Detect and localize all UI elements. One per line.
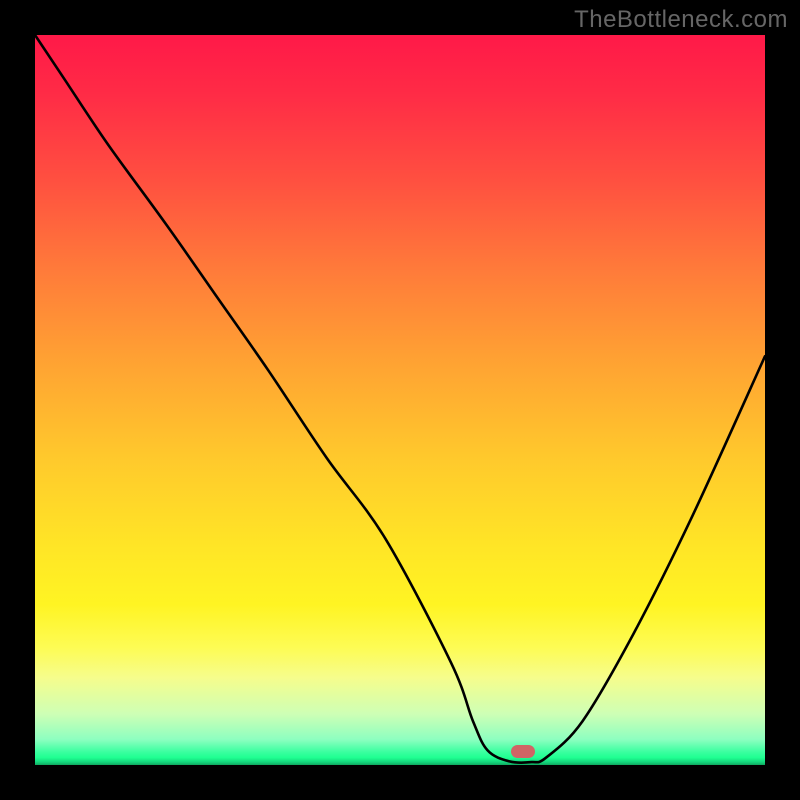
watermark-text: TheBottleneck.com (574, 6, 788, 34)
bottleneck-curve (35, 35, 765, 765)
plot-area (35, 35, 765, 765)
chart-container: TheBottleneck.com (0, 0, 800, 800)
optimal-point-marker (511, 745, 535, 758)
